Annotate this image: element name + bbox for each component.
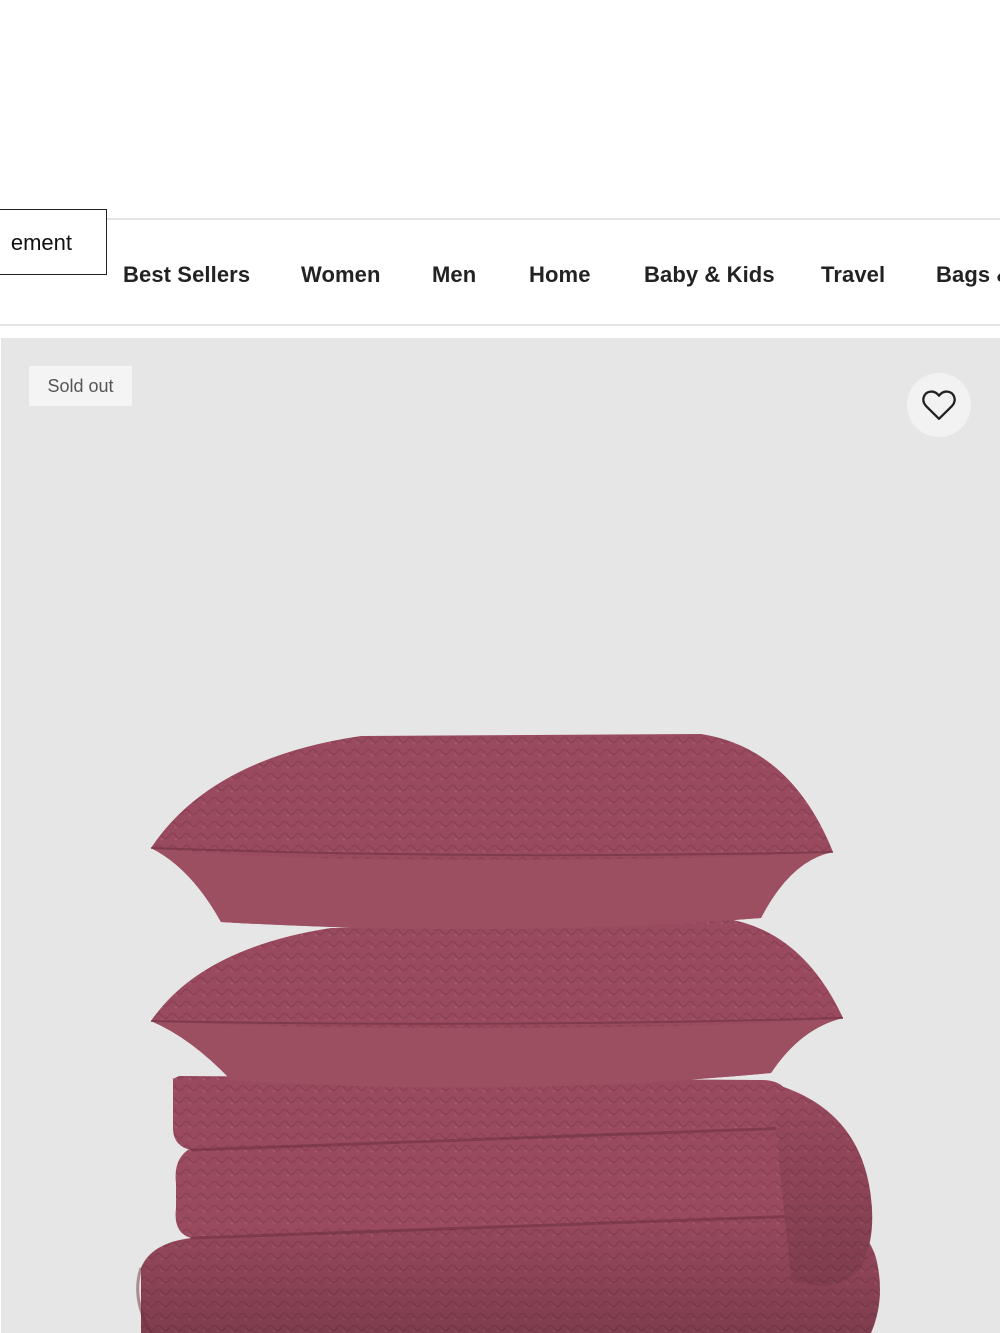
header-blank-area xyxy=(0,0,1000,218)
main-navigation: Arrivals Best Sellers Women Men Home Bab… xyxy=(0,218,1000,326)
product-card[interactable]: Sold out xyxy=(1,338,1000,1333)
pillow-lower xyxy=(150,918,844,1088)
skip-to-content-link[interactable]: ement xyxy=(0,209,107,275)
nav-item-home[interactable]: Home xyxy=(529,262,591,288)
nav-item-baby-kids[interactable]: Baby & Kids xyxy=(644,262,775,288)
heart-icon xyxy=(922,390,956,420)
product-image[interactable] xyxy=(1,338,1000,1333)
sold-out-badge: Sold out xyxy=(29,366,132,406)
nav-item-travel[interactable]: Travel xyxy=(821,262,885,288)
duvet-folded xyxy=(136,1076,880,1333)
nav-item-women[interactable]: Women xyxy=(301,262,381,288)
nav-item-best-sellers[interactable]: Best Sellers xyxy=(123,262,250,288)
page: ement Arrivals Best Sellers Women Men Ho… xyxy=(0,0,1000,1333)
nav-item-bags[interactable]: Bags & xyxy=(936,262,1000,288)
nav-item-men[interactable]: Men xyxy=(432,262,476,288)
skip-link-label: ement xyxy=(10,230,72,255)
wishlist-button[interactable] xyxy=(907,373,971,437)
pillow-upper xyxy=(150,734,834,930)
